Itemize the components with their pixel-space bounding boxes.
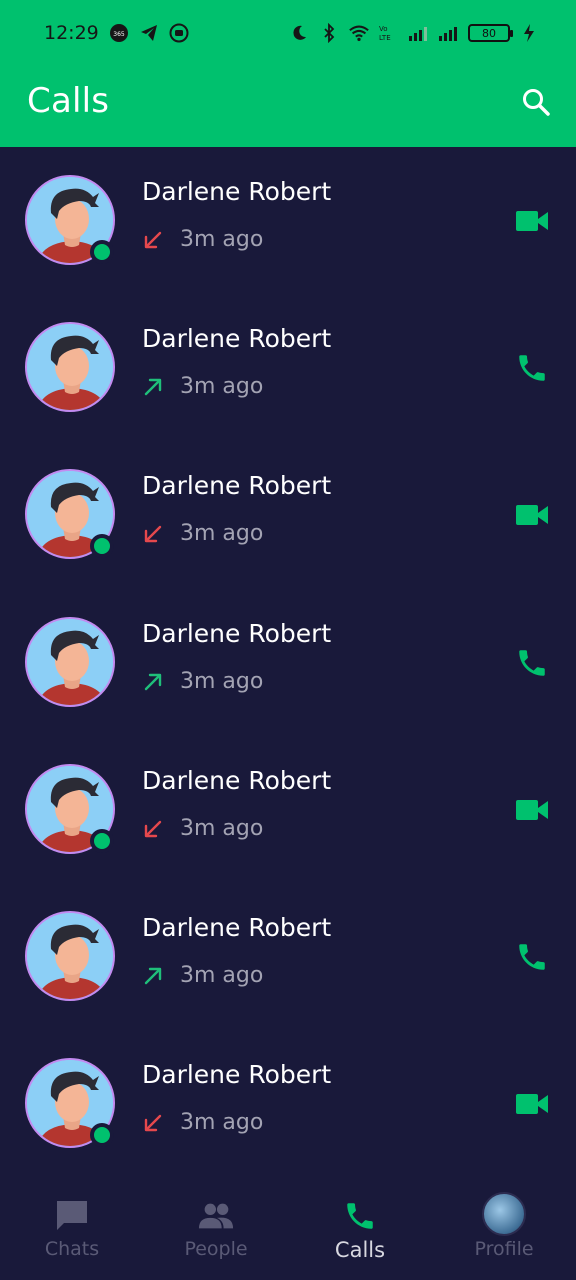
voice-call-button[interactable] bbox=[514, 939, 550, 975]
voice-call-button[interactable] bbox=[514, 645, 550, 681]
bluetooth-icon bbox=[318, 22, 340, 44]
page-title: Calls bbox=[27, 81, 110, 121]
caller-name: Darlene Robert bbox=[142, 765, 332, 795]
search-button[interactable] bbox=[518, 84, 554, 120]
call-row[interactable]: Darlene Robert 3m ago bbox=[0, 589, 576, 736]
charging-icon bbox=[518, 22, 540, 44]
status-left-icons: 365 bbox=[108, 22, 190, 44]
bot-icon bbox=[168, 22, 190, 44]
chat-icon bbox=[54, 1198, 90, 1234]
voice-call-icon bbox=[519, 355, 545, 381]
online-status-dot bbox=[90, 534, 114, 559]
battery-indicator: 80 bbox=[468, 24, 513, 42]
svg-text:Vo: Vo bbox=[379, 25, 388, 33]
call-direction bbox=[142, 818, 164, 840]
incoming-call-arrow-icon bbox=[144, 231, 162, 249]
caller-name: Darlene Robert bbox=[142, 913, 332, 942]
volte-icon: Vo LTE bbox=[378, 22, 400, 44]
people-icon bbox=[198, 1198, 234, 1234]
status-time: 12:29 bbox=[44, 22, 99, 44]
app-header: 12:29 365 Vo LTE 80 Calls bbox=[0, 0, 576, 147]
caller-name: Darlene Robert bbox=[142, 1060, 332, 1090]
online-status-dot bbox=[90, 240, 114, 264]
call-time: 3m ago bbox=[180, 227, 264, 252]
nav-label-people: People bbox=[184, 1238, 248, 1260]
person-avatar-illustration bbox=[27, 324, 113, 411]
call-row[interactable]: Darlene Robert 3m ago bbox=[0, 147, 576, 294]
phone-icon bbox=[342, 1198, 378, 1234]
person-avatar-illustration bbox=[27, 913, 113, 999]
signal-icon-2 bbox=[438, 22, 460, 44]
caller-name: Darlene Robert bbox=[142, 324, 332, 354]
status-bar: 12:29 365 Vo LTE 80 bbox=[0, 0, 576, 68]
outgoing-call-arrow-icon bbox=[144, 967, 162, 985]
call-direction bbox=[142, 671, 164, 693]
incoming-call-arrow-icon bbox=[144, 820, 162, 837]
call-time: 3m ago bbox=[180, 963, 264, 988]
call-direction bbox=[142, 1112, 164, 1134]
online-status-dot bbox=[90, 828, 114, 853]
call-direction bbox=[142, 229, 164, 251]
nav-item-calls[interactable]: Calls bbox=[288, 1180, 432, 1280]
caller-name: Darlene Robert bbox=[142, 177, 332, 206]
avatar bbox=[25, 616, 115, 707]
incoming-call-arrow-icon bbox=[144, 1114, 162, 1132]
voice-call-icon bbox=[519, 649, 545, 676]
telegram-icon bbox=[138, 22, 160, 44]
video-call-button[interactable] bbox=[514, 203, 550, 239]
moon-icon bbox=[288, 22, 310, 44]
call-direction bbox=[142, 376, 164, 398]
online-status-dot bbox=[90, 1123, 114, 1148]
signal-icon-1 bbox=[408, 22, 430, 44]
call-time: 3m ago bbox=[180, 815, 264, 841]
call-row[interactable]: Darlene Robert 3m ago bbox=[0, 441, 576, 588]
outgoing-call-arrow-icon bbox=[144, 673, 162, 690]
nav-item-people[interactable]: People bbox=[144, 1180, 288, 1280]
call-time: 3m ago bbox=[180, 521, 264, 547]
svg-text:365: 365 bbox=[113, 31, 125, 38]
nav-label-chats: Chats bbox=[44, 1238, 100, 1260]
avatar bbox=[25, 911, 115, 1001]
caller-name: Darlene Robert bbox=[142, 471, 332, 501]
nav-item-profile[interactable]: Profile bbox=[432, 1180, 576, 1280]
call-direction bbox=[142, 965, 164, 987]
app-notification-icon: 365 bbox=[108, 22, 130, 44]
incoming-call-arrow-icon bbox=[144, 526, 162, 543]
call-row[interactable]: Darlene Robert 3m ago bbox=[0, 294, 576, 441]
video-call-icon bbox=[516, 505, 548, 526]
voice-call-icon bbox=[519, 944, 545, 970]
voice-call-button[interactable] bbox=[514, 350, 550, 386]
video-call-button[interactable] bbox=[514, 1086, 550, 1122]
call-direction bbox=[142, 523, 164, 545]
nav-label-calls: Calls bbox=[334, 1238, 386, 1262]
video-call-button[interactable] bbox=[514, 497, 550, 533]
nav-label-profile: Profile bbox=[474, 1238, 534, 1260]
svg-text:LTE: LTE bbox=[379, 34, 391, 42]
call-row[interactable]: Darlene Robert 3m ago bbox=[0, 736, 576, 883]
wifi-icon bbox=[348, 22, 370, 44]
search-icon bbox=[523, 89, 550, 116]
call-row[interactable]: Darlene Robert 3m ago bbox=[0, 1030, 576, 1177]
call-time: 3m ago bbox=[180, 374, 264, 400]
call-time: 3m ago bbox=[180, 1110, 264, 1136]
call-row[interactable]: Darlene Robert 3m ago bbox=[0, 883, 576, 1030]
person-avatar-illustration bbox=[27, 618, 113, 705]
call-time: 3m ago bbox=[180, 668, 264, 694]
avatar bbox=[25, 322, 115, 413]
caller-name: Darlene Robert bbox=[142, 618, 332, 648]
video-call-icon bbox=[516, 1094, 548, 1115]
video-call-icon bbox=[516, 211, 548, 231]
video-call-icon bbox=[516, 799, 548, 820]
bottom-nav: Chats People Calls Profile bbox=[0, 1180, 576, 1280]
status-right-icons: Vo LTE 80 bbox=[288, 22, 540, 44]
outgoing-call-arrow-icon bbox=[144, 378, 162, 396]
nav-item-chats[interactable]: Chats bbox=[0, 1180, 144, 1280]
profile-avatar bbox=[482, 1192, 526, 1236]
video-call-button[interactable] bbox=[514, 792, 550, 828]
